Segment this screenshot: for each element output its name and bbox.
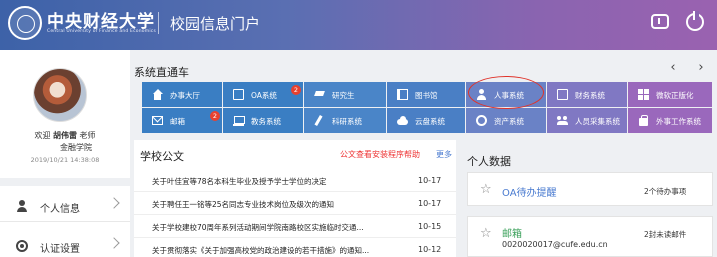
tile-label: 办事大厅 (170, 91, 200, 100)
document-icon (233, 89, 244, 100)
oa-todo-count: 2个待办事项 (644, 187, 687, 196)
portal-title: 校园信息门户 (170, 15, 261, 33)
tile-asset-system[interactable]: 资产系统 (466, 108, 546, 133)
mail-card[interactable]: ☆ 邮箱 0020020017@cufe.edu.cn 2封未读邮件 (467, 216, 713, 257)
tile-label: 微软正版化 (656, 91, 694, 100)
tile-mail[interactable]: 邮箱 2 (142, 108, 222, 133)
gear-icon (16, 240, 28, 252)
login-timestamp: 2019/10/21 14:38:08 (30, 156, 100, 164)
unread-mail-count: 2封未读邮件 (644, 230, 687, 239)
tile-library[interactable]: 图书馆 (387, 82, 465, 107)
notice-help-link[interactable]: 公文查看安装程序帮助 (340, 149, 420, 160)
welcome-text: 欢迎 胡伟雷 老师 (0, 130, 130, 141)
tile-label: 人员采集系统 (575, 117, 620, 126)
tile-academic-affairs[interactable]: 教务系统 (223, 108, 303, 133)
quick-access-title: 系统直通车 (134, 66, 189, 79)
briefcase-icon (638, 115, 649, 126)
book-icon (397, 89, 408, 100)
sidebar-item-personal-info[interactable]: 个人信息 (0, 190, 130, 222)
laptop-icon (233, 115, 245, 126)
asset-gear-icon (476, 115, 487, 126)
tile-microsoft-licensing[interactable]: 微软正版化 (628, 82, 712, 107)
tile-label: 外事工作系统 (656, 117, 701, 126)
welcome-prefix: 欢迎 (34, 131, 51, 140)
notice-row[interactable]: 关于贯彻落实《关于加强高校党的政治建设的若干措施》的通知... 10-12 (134, 239, 456, 257)
oa-todo-title: OA待办提醒 (502, 188, 557, 199)
tile-graduate[interactable]: 研究生 (304, 82, 386, 107)
portal-header: 中央财经大学 Central University of Finance and… (0, 0, 717, 50)
notification-badge: 2 (210, 111, 220, 121)
sidebar-item-auth-settings[interactable]: 认证设置 (0, 230, 130, 257)
tile-personnel-collection[interactable]: 人员采集系统 (547, 108, 627, 133)
tile-service-hall[interactable]: 办事大厅 (142, 82, 222, 107)
tile-label: 图书馆 (415, 91, 438, 100)
chevron-right-icon (108, 197, 120, 209)
tile-cloud-drive[interactable]: 云盘系统 (387, 108, 465, 133)
user-sidebar: 欢迎 胡伟雷 老师 金融学院 2019/10/21 14:38:08 个人信息 … (0, 50, 130, 257)
person-icon (16, 200, 28, 212)
tile-label: 财务系统 (575, 91, 605, 100)
notice-text: 关于聘任王一铭等25名同志专业技术岗位及级次的通知 (152, 200, 335, 209)
star-icon[interactable]: ☆ (480, 182, 492, 197)
sidebar-divider (0, 178, 130, 186)
tile-foreign-affairs[interactable]: 外事工作系统 (628, 108, 712, 133)
highlight-circle-annotation (468, 76, 544, 109)
oa-todo-card[interactable]: ☆ OA待办提醒 2个待办事项 (467, 172, 713, 206)
notice-date: 10-15 (418, 222, 442, 231)
logout-power-icon[interactable] (686, 11, 704, 31)
tile-oa-system[interactable]: OA系统 2 (223, 82, 303, 107)
chevron-right-icon (108, 237, 120, 249)
tile-label: 教务系统 (251, 117, 281, 126)
notices-more-link[interactable]: 更多 (436, 149, 452, 160)
university-name-en: Central University of Finance and Econom… (47, 29, 156, 34)
notices-title: 学校公文 (140, 150, 184, 163)
graduation-cap-icon (314, 89, 325, 100)
message-icon[interactable] (651, 14, 669, 29)
university-seal-icon (8, 6, 42, 40)
mail-icon (152, 116, 163, 125)
finance-icon (557, 89, 568, 100)
people-icon (557, 115, 568, 126)
tile-label: 资产系统 (494, 117, 524, 126)
avatar (33, 68, 87, 122)
star-icon[interactable]: ☆ (480, 226, 492, 241)
mail-title: 邮箱 (502, 229, 522, 240)
tile-label: 云盘系统 (415, 117, 445, 126)
next-arrow-button[interactable]: › (694, 60, 708, 76)
user-role: 老师 (79, 131, 96, 140)
sidebar-item-label: 认证设置 (40, 244, 80, 255)
cloud-icon (397, 115, 408, 126)
school-notices-panel: 学校公文 公文查看安装程序帮助 更多 关于叶佳宜等78名本科生毕业及授予学士学位… (134, 140, 456, 257)
notice-date: 10-17 (418, 176, 442, 185)
prev-arrow-button[interactable]: ‹ (666, 60, 680, 76)
notice-row[interactable]: 关于叶佳宜等78名本科生毕业及授予学士学位的决定 10-17 (134, 170, 456, 192)
tile-label: 邮箱 (170, 117, 185, 126)
windows-icon (638, 89, 649, 100)
notice-text: 关于叶佳宜等78名本科生毕业及授予学士学位的决定 (152, 177, 327, 186)
notice-date: 10-12 (418, 245, 442, 254)
microscope-icon (314, 115, 325, 126)
notice-row[interactable]: 关于聘任王一铭等25名同志专业技术岗位及级次的通知 10-17 (134, 193, 456, 215)
notice-date: 10-17 (418, 199, 442, 208)
user-department: 金融学院 (60, 143, 92, 152)
tile-finance-system[interactable]: 财务系统 (547, 82, 627, 107)
sidebar-item-label: 个人信息 (40, 204, 80, 215)
notice-text: 关于贯彻落实《关于加强高校党的政治建设的若干措施》的通知... (152, 246, 370, 255)
notification-badge: 2 (291, 85, 301, 95)
personal-data-title: 个人数据 (467, 155, 511, 168)
quick-access-grid: 办事大厅 OA系统 2 研究生 图书馆 人事系统 财务系统 微软正版化 邮箱 2… (142, 82, 712, 133)
notice-row[interactable]: 关于学校建校70周年系列活动期间学院南路校区实施临时交通... 10-15 (134, 216, 456, 238)
notice-text: 关于学校建校70周年系列活动期间学院南路校区实施临时交通... (152, 223, 364, 232)
user-name: 胡伟雷 (53, 131, 77, 140)
home-icon (152, 89, 163, 100)
tile-research-system[interactable]: 科研系统 (304, 108, 386, 133)
tile-label: 科研系统 (332, 117, 362, 126)
tile-label: 研究生 (332, 91, 355, 100)
tile-label: OA系统 (251, 91, 277, 100)
mail-address: 0020020017@cufe.edu.cn (502, 240, 608, 249)
header-divider (158, 12, 159, 34)
